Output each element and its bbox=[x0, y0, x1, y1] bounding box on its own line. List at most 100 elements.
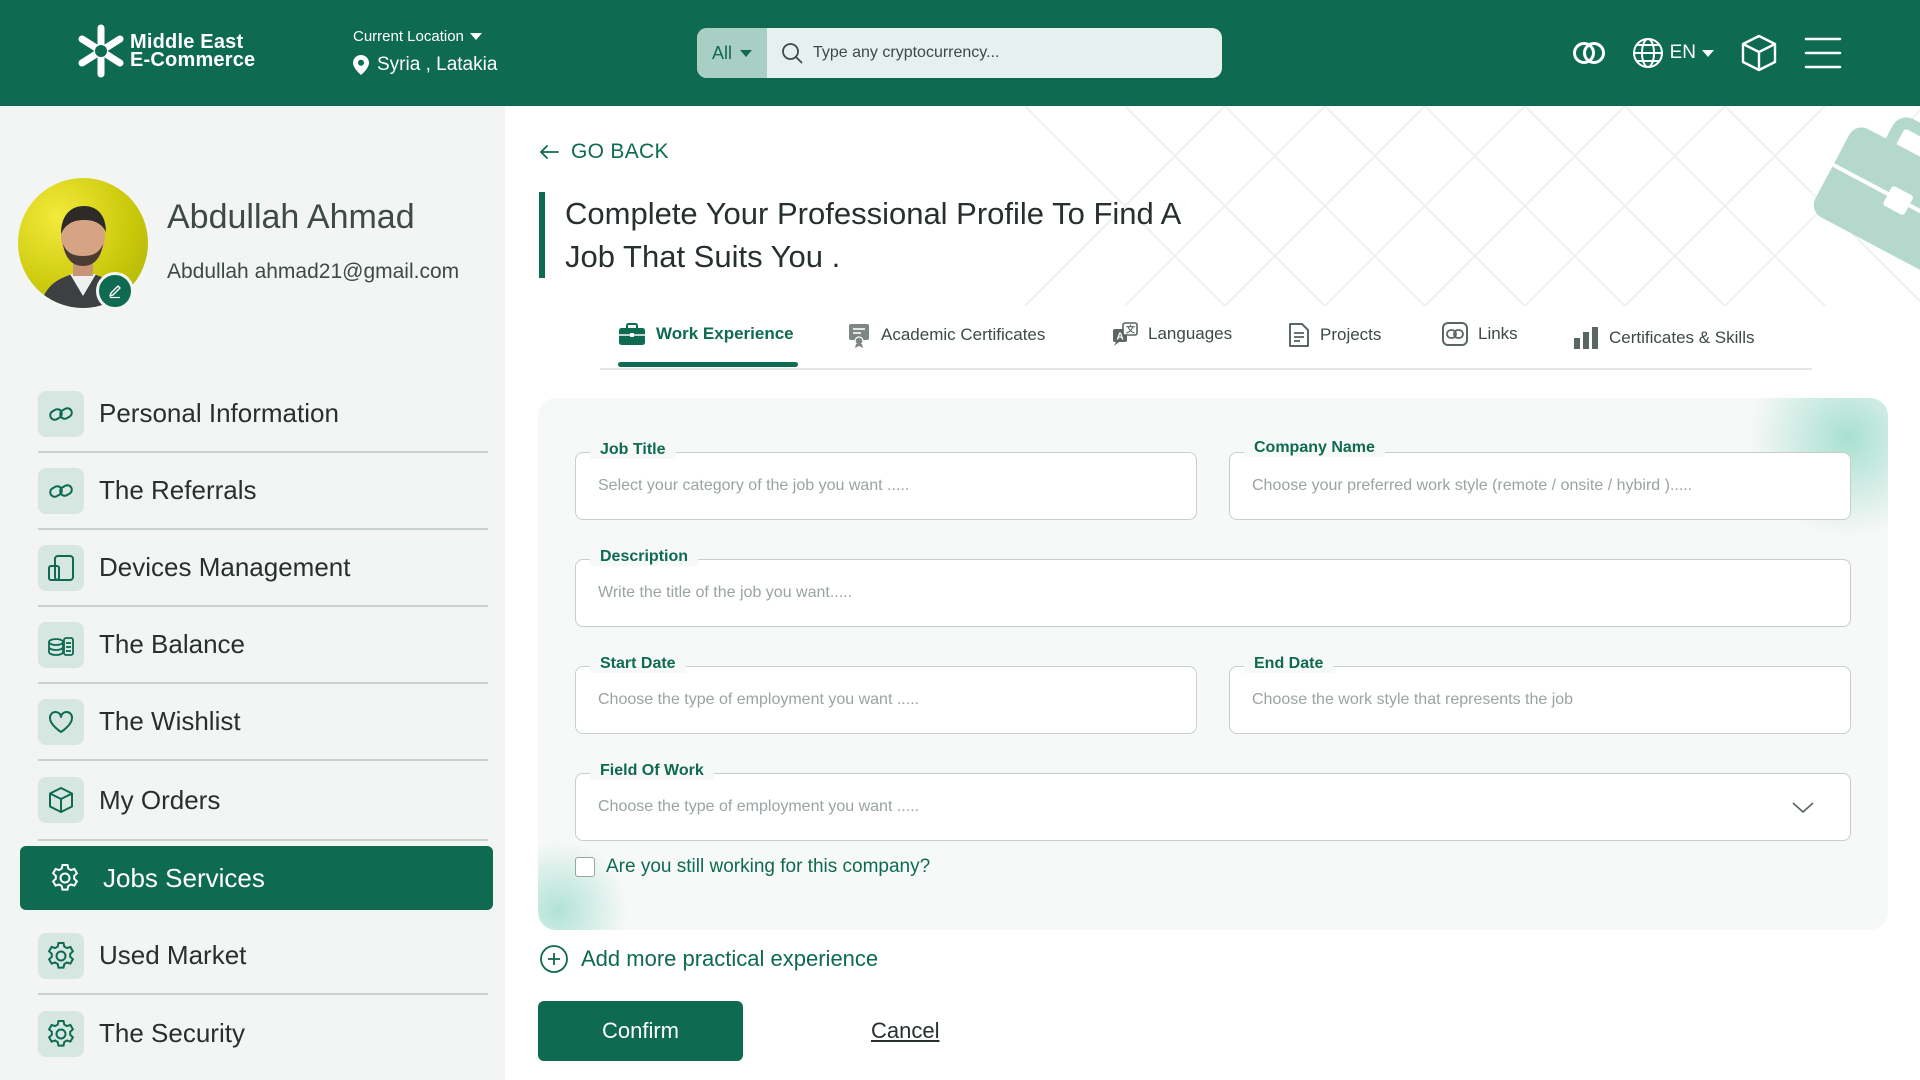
language-selector[interactable]: EN bbox=[1632, 37, 1714, 69]
tab-work-experience[interactable]: Work Experience bbox=[618, 322, 794, 346]
brand-name: Middle East E-Commerce bbox=[130, 32, 256, 71]
briefcase-illustration bbox=[1813, 117, 1920, 276]
sidebar-item-devices-management[interactable]: Devices Management bbox=[38, 530, 488, 607]
work-experience-form: Job Title Company Name Description Start… bbox=[538, 398, 1888, 930]
field-of-work-select[interactable]: Field Of Work bbox=[575, 762, 1851, 841]
tab-links[interactable]: Links bbox=[1442, 322, 1518, 346]
sidebar-item-used-market[interactable]: Used Market bbox=[38, 918, 488, 995]
search-category-select[interactable]: All bbox=[697, 28, 767, 78]
decorative-glow bbox=[538, 840, 628, 930]
tab-certificates-skills[interactable]: Certificates & Skills bbox=[1573, 326, 1754, 350]
sidebar-item-security[interactable]: The Security bbox=[38, 995, 488, 1072]
brand-asterisk-icon bbox=[78, 24, 124, 78]
user-email: Abdullah ahmad21@gmail.com bbox=[167, 260, 460, 283]
tab-label: Work Experience bbox=[656, 324, 794, 343]
sidebar-item-label: The Balance bbox=[99, 629, 245, 659]
globe-icon bbox=[1632, 38, 1663, 68]
start-date-field: Start Date bbox=[575, 655, 1197, 734]
box-icon bbox=[38, 777, 84, 823]
sidebar-item-label: The Wishlist bbox=[99, 706, 241, 736]
tab-label: Projects bbox=[1320, 325, 1382, 344]
cancel-button[interactable]: Cancel bbox=[871, 1018, 939, 1044]
sidebar-item-personal-information[interactable]: Personal Information bbox=[38, 376, 488, 453]
location-selector[interactable]: Current Location Syria , Latakia bbox=[353, 28, 497, 76]
certificate-icon bbox=[849, 324, 869, 348]
company-name-input[interactable] bbox=[1252, 453, 1812, 519]
tab-label: Certificates & Skills bbox=[1609, 328, 1755, 347]
translate-icon: A文 bbox=[1113, 322, 1138, 346]
still-working-label: Are you still working for this company? bbox=[606, 856, 931, 877]
add-experience-label: Add more practical experience bbox=[581, 946, 879, 971]
pencil-icon bbox=[109, 285, 121, 299]
briefcase-icon bbox=[619, 323, 645, 345]
sidebar-item-wishlist[interactable]: The Wishlist bbox=[38, 684, 488, 761]
sidebar-item-referrals[interactable]: The Referrals bbox=[38, 453, 488, 530]
company-name-field: Company Name bbox=[1229, 439, 1851, 520]
bar-chart-icon bbox=[1574, 327, 1598, 349]
tab-projects[interactable]: Projects bbox=[1288, 322, 1381, 348]
box-icon[interactable] bbox=[1740, 33, 1778, 73]
location-label: Current Location bbox=[353, 28, 464, 45]
location-pin-icon bbox=[353, 55, 369, 75]
menu-icon[interactable] bbox=[1804, 36, 1842, 70]
search-input[interactable] bbox=[813, 44, 1193, 62]
sidebar-item-label: Jobs Services bbox=[103, 862, 265, 893]
page-title-line-2: Job That Suits You . bbox=[565, 239, 841, 274]
brand-line-2: E-Commerce bbox=[130, 49, 256, 71]
sidebar: Abdullah Ahmad Abdullah ahmad21@gmail.co… bbox=[0, 106, 505, 1080]
brand-logo[interactable]: Middle East E-Commerce bbox=[78, 24, 255, 78]
sidebar-item-label: Used Market bbox=[99, 940, 247, 970]
job-title-input[interactable] bbox=[598, 453, 1158, 519]
search-category-label: All bbox=[711, 42, 732, 63]
still-working-option[interactable]: Are you still working for this company? bbox=[575, 856, 930, 878]
description-input[interactable] bbox=[598, 560, 1812, 626]
add-experience-link[interactable]: Add more practical experience bbox=[539, 944, 878, 974]
link-icon bbox=[38, 390, 84, 437]
confirm-button[interactable]: Confirm bbox=[538, 1001, 743, 1061]
go-back-link[interactable]: GO BACK bbox=[539, 140, 669, 164]
link-icon bbox=[1442, 322, 1468, 346]
coins-icon[interactable] bbox=[1572, 41, 1606, 65]
chevron-down-icon bbox=[740, 49, 752, 57]
document-icon bbox=[1289, 323, 1309, 347]
end-date-input[interactable] bbox=[1252, 667, 1812, 733]
sidebar-item-label: My Orders bbox=[99, 784, 221, 815]
main-content: GO BACK Complete Your Professional Profi… bbox=[505, 106, 1920, 1080]
still-working-checkbox[interactable] bbox=[575, 857, 595, 877]
sidebar-item-jobs-services[interactable]: Jobs Services bbox=[20, 846, 493, 910]
job-title-field: Job Title bbox=[575, 441, 1197, 520]
heart-icon bbox=[38, 698, 84, 745]
chevron-down-icon bbox=[469, 33, 482, 40]
start-date-input[interactable] bbox=[598, 667, 1158, 733]
arrow-left-icon bbox=[540, 145, 559, 159]
edit-avatar-button[interactable] bbox=[96, 272, 134, 310]
svg-text:文: 文 bbox=[1125, 324, 1136, 335]
top-header: Middle East E-Commerce Current Location … bbox=[0, 0, 1920, 106]
language-code: EN bbox=[1669, 42, 1696, 63]
page-title: Complete Your Professional Profile To Fi… bbox=[539, 192, 1219, 278]
sidebar-item-balance[interactable]: The Balance bbox=[38, 607, 488, 684]
coins-stack-icon bbox=[38, 621, 84, 668]
sidebar-item-my-orders[interactable]: My Orders bbox=[38, 761, 488, 841]
gear-icon bbox=[38, 932, 84, 979]
active-tab-indicator bbox=[618, 362, 798, 367]
location-value: Syria , Latakia bbox=[377, 54, 498, 75]
tab-academic-certificates[interactable]: Academic Certificates bbox=[847, 322, 1045, 348]
go-back-label: GO BACK bbox=[571, 140, 669, 163]
end-date-field: End Date bbox=[1229, 655, 1851, 734]
tab-label: Academic Certificates bbox=[881, 325, 1046, 344]
page-title-line-1: Complete Your Professional Profile To Fi… bbox=[565, 196, 1182, 231]
profile-tabs: Work Experience Academic Certificates A文… bbox=[600, 312, 1812, 370]
gear-icon bbox=[42, 855, 88, 901]
field-of-work-input[interactable] bbox=[598, 774, 1812, 840]
plus-circle-icon bbox=[540, 945, 568, 973]
tab-label: Links bbox=[1478, 324, 1518, 343]
tab-languages[interactable]: A文 Languages bbox=[1112, 322, 1232, 346]
user-name: Abdullah Ahmad bbox=[167, 198, 415, 236]
chevron-down-icon bbox=[1792, 802, 1814, 814]
sidebar-item-label: Personal Information bbox=[99, 398, 339, 428]
search-icon bbox=[782, 43, 803, 64]
sidebar-item-label: The Referrals bbox=[99, 475, 257, 505]
sidebar-item-label: Devices Management bbox=[99, 552, 351, 582]
chevron-down-icon bbox=[1702, 49, 1714, 57]
